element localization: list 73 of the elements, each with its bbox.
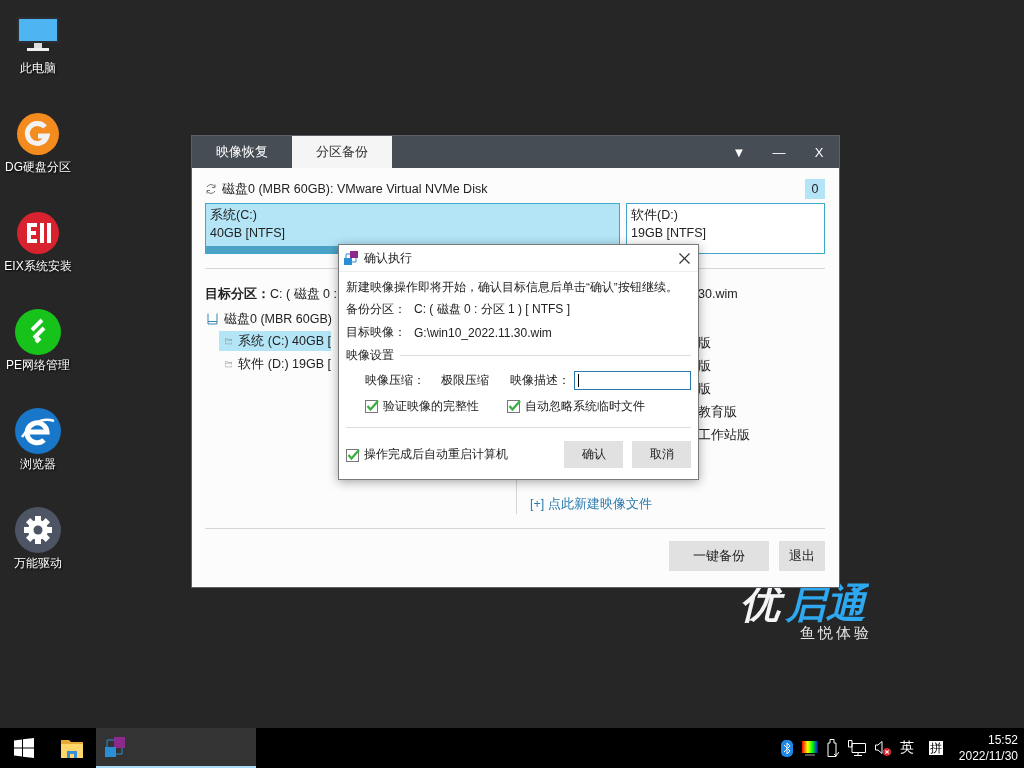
browser-icon (14, 407, 62, 455)
start-icon[interactable] (14, 738, 34, 758)
image-edition: 版 (698, 358, 711, 375)
input-mode[interactable]: 拼 (928, 741, 943, 755)
image-edition: 工作站版 (698, 427, 750, 444)
partition-size: 40GB [NTFS] (210, 225, 287, 241)
field-label: 映像压缩： (365, 371, 425, 389)
checkbox[interactable] (365, 399, 379, 413)
image-path: 30.wim (698, 286, 738, 303)
checkbox[interactable] (507, 399, 521, 413)
confirm-button[interactable]: 确认 (564, 441, 623, 468)
compression-value[interactable]: 极限压缩 (441, 371, 510, 389)
refresh-icon[interactable] (205, 183, 217, 195)
target-label: 目标分区： (205, 285, 270, 303)
field-label: 备份分区： (346, 301, 407, 318)
checkbox-label[interactable]: 操作完成后自动重启计算机 (364, 446, 508, 463)
network-icon[interactable] (847, 740, 866, 756)
field-label: 目标映像： (346, 324, 407, 341)
tree-item[interactable]: 软件 (D:) 19GB [ (219, 354, 331, 374)
desktop-icon-label[interactable]: 浏览器 (20, 456, 56, 473)
display-color-icon[interactable] (801, 740, 818, 756)
folder-icon (225, 335, 233, 347)
desktop-icon-label[interactable]: EIX系统安装 (4, 258, 72, 275)
dropdown-button[interactable]: ▼ (719, 136, 759, 168)
checkbox[interactable] (346, 447, 360, 462)
backup-button[interactable]: 一键备份 (669, 541, 769, 571)
close-button[interactable]: X (799, 136, 839, 168)
gear-icon (14, 506, 62, 554)
cancel-button[interactable]: 取消 (632, 441, 691, 468)
dialog-message: 新建映像操作即将开始，确认目标信息后单击“确认”按钮继续。 (346, 279, 679, 295)
installer-icon (16, 211, 60, 255)
partition-name: 软件(D:) (631, 207, 679, 223)
image-edition: 版 (698, 335, 711, 352)
taskbar-app-button[interactable] (96, 728, 256, 768)
desktop-icon-label[interactable]: PE网络管理 (6, 357, 70, 374)
new-image-link[interactable]: [+] 点此新建映像文件 (530, 496, 825, 513)
clock[interactable]: 15:52 2022/11/30 (958, 732, 1018, 764)
input-language[interactable]: 英 (899, 739, 914, 757)
tree-item[interactable]: 系统 (C:) 40GB [ (219, 331, 331, 351)
image-edition: 版 (698, 381, 711, 398)
field-label: 映像描述： (509, 371, 570, 389)
bluetooth-icon[interactable] (780, 739, 793, 757)
partition-size: 19GB [NTFS] (631, 225, 708, 241)
field-value: C: ( 磁盘 0 : 分区 1 ) [ NTFS ] (414, 301, 570, 318)
folder-icon (225, 358, 233, 370)
tab[interactable]: 分区备份 (292, 136, 392, 168)
disk-tool-icon (16, 112, 60, 156)
network-tool-icon (14, 308, 62, 356)
app-icon (344, 251, 358, 265)
disk-title: 磁盘0 (MBR 60GB): VMware Virtual NVMe Disk (222, 180, 489, 198)
folder-icon[interactable] (61, 738, 83, 758)
checkbox-label[interactable]: 自动忽略系统临时文件 (525, 397, 645, 415)
partition-block[interactable]: 软件(D:) 19GB [NTFS] (626, 203, 825, 254)
desktop-icon-label[interactable]: 万能驱动 (14, 555, 62, 572)
description-field[interactable] (573, 370, 691, 390)
image-edition: 教育版 (698, 404, 737, 421)
count-badge: 0 (805, 179, 825, 199)
tab[interactable]: 映像恢复 (192, 136, 292, 168)
field-value: G:\win10_2022.11.30.wim (414, 325, 552, 340)
minimize-button[interactable]: — (759, 136, 799, 168)
close-icon[interactable] (679, 252, 690, 264)
tree-root[interactable]: 磁盘0 (MBR 60GB) (205, 310, 332, 328)
app-icon (104, 736, 126, 758)
partition-name: 系统(C:) (210, 207, 258, 223)
desktop-icon-label[interactable]: 此电脑 (20, 60, 56, 77)
section-title: 映像设置 (346, 347, 394, 364)
usb-drive-icon[interactable] (826, 739, 839, 757)
checkbox-label[interactable]: 验证映像的完整性 (383, 397, 479, 415)
exit-button[interactable]: 退出 (779, 541, 825, 571)
target-value: C: ( 磁盘 0 : (270, 285, 337, 303)
desktop-icon-label[interactable]: DG硬盘分区 (5, 159, 71, 176)
logo-slogan: 鱼悦体验 (800, 624, 872, 643)
muted-speaker-icon[interactable] (874, 740, 891, 756)
